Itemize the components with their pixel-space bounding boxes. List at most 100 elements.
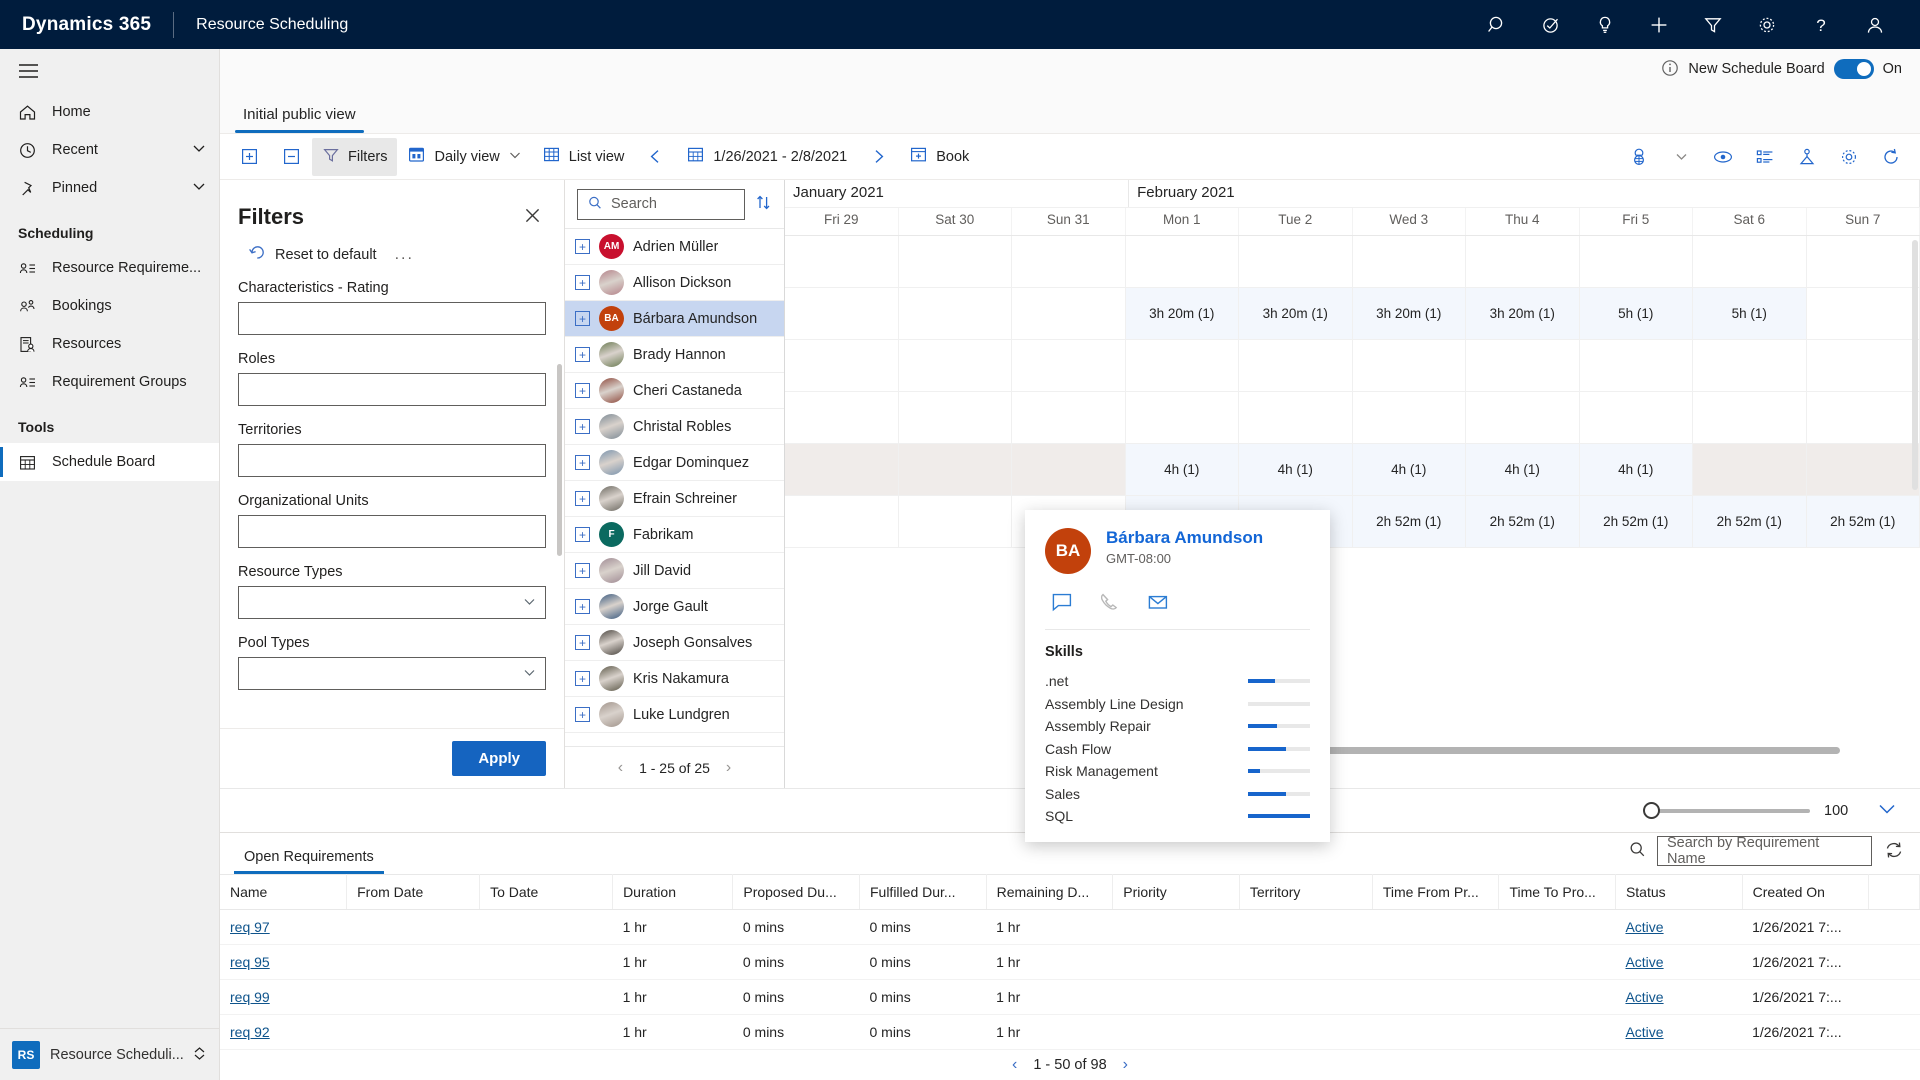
requirement-link[interactable]: req 99	[230, 989, 270, 1005]
status-badge[interactable]: Active	[1625, 954, 1663, 970]
filters-overflow-menu[interactable]: ...	[391, 246, 418, 264]
schedule-cell[interactable]: 4h (1)	[1352, 444, 1466, 495]
list-details-icon[interactable]	[1744, 138, 1786, 176]
expand-resource-icon[interactable]: +	[575, 491, 590, 506]
previous-period-button[interactable]	[634, 138, 676, 176]
schedule-cell[interactable]	[899, 496, 1012, 547]
territories-input[interactable]	[238, 444, 546, 477]
schedule-cell[interactable]	[899, 392, 1012, 443]
table-column-header[interactable]: Duration	[612, 874, 734, 911]
table-column-header[interactable]: Time To Pro...	[1498, 874, 1616, 911]
expand-resource-icon[interactable]: +	[575, 347, 590, 362]
schedule-cell[interactable]	[1807, 340, 1920, 391]
expand-resource-icon[interactable]: +	[575, 563, 590, 578]
filter-icon[interactable]	[1686, 1, 1740, 49]
view-mode-button[interactable]: Daily view	[397, 138, 531, 176]
table-column-header[interactable]	[1868, 874, 1920, 911]
schedule-cell[interactable]	[1012, 444, 1126, 495]
roles-input[interactable]	[238, 373, 546, 406]
site-map-icon[interactable]	[0, 49, 219, 93]
resource-pager-prev[interactable]: ‹	[618, 759, 623, 777]
schedule-cell[interactable]: 5h (1)	[1693, 288, 1807, 339]
new-schedule-board-switch[interactable]	[1833, 59, 1874, 79]
table-column-header[interactable]: To Date	[479, 874, 614, 911]
schedule-cell[interactable]	[1807, 288, 1920, 339]
resource-row[interactable]: + Allison Dickson	[565, 265, 784, 301]
characteristics-rating-input[interactable]	[238, 302, 546, 335]
expand-resource-icon[interactable]: +	[575, 419, 590, 434]
schedule-cell[interactable]	[1126, 236, 1239, 287]
schedule-cell[interactable]	[1693, 236, 1807, 287]
resource-row[interactable]: + Kris Nakamura	[565, 661, 784, 697]
schedule-cell[interactable]	[785, 340, 899, 391]
close-icon[interactable]	[519, 202, 546, 232]
schedule-cell[interactable]	[785, 236, 899, 287]
table-column-header[interactable]: Time From Pr...	[1372, 874, 1500, 911]
resource-row[interactable]: + Brady Hannon	[565, 337, 784, 373]
zoom-slider-thumb[interactable]	[1643, 801, 1660, 819]
schedule-cell[interactable]: 3h 20m (1)	[1125, 288, 1239, 339]
expand-resource-icon[interactable]: +	[575, 455, 590, 470]
sidebar-item-pinned[interactable]: Pinned	[0, 169, 219, 207]
schedule-cell[interactable]: 4h (1)	[1579, 444, 1693, 495]
requirement-search-input[interactable]: Search by Requirement Name	[1657, 835, 1872, 867]
schedule-cell[interactable]	[785, 496, 899, 547]
sidebar-item-home[interactable]: Home	[0, 93, 219, 131]
resource-types-select[interactable]	[238, 586, 546, 619]
schedule-cell[interactable]: 4h (1)	[1239, 444, 1353, 495]
resource-row[interactable]: + Jorge Gault	[565, 589, 784, 625]
schedule-cell[interactable]	[1012, 288, 1126, 339]
chevron-down-icon[interactable]	[1872, 796, 1902, 825]
reset-to-default-button[interactable]: Reset to default	[248, 244, 377, 266]
next-period-button[interactable]	[857, 138, 899, 176]
table-column-header[interactable]: From Date	[346, 874, 481, 911]
expand-resource-icon[interactable]: +	[575, 275, 590, 290]
sidebar-item-resources[interactable]: Resources	[0, 325, 219, 363]
schedule-cell[interactable]	[899, 236, 1012, 287]
chevron-down-icon[interactable]	[1660, 138, 1702, 176]
sidebar-item-schedule-board[interactable]: Schedule Board	[0, 443, 219, 481]
schedule-cell[interactable]	[1580, 236, 1693, 287]
resource-search-input[interactable]: Search	[577, 188, 745, 220]
schedule-cell[interactable]	[1580, 392, 1693, 443]
status-badge[interactable]: Active	[1625, 989, 1663, 1005]
schedule-cell[interactable]	[899, 340, 1012, 391]
table-row[interactable]: req 97 1 hr 0 mins 0 mins 1 hr Active 1/26/202…	[220, 909, 1920, 946]
hover-card-name[interactable]: Bárbara Amundson	[1106, 528, 1263, 548]
sidebar-item-requirement-groups[interactable]: Requirement Groups	[0, 363, 219, 401]
resource-row[interactable]: + F Fabrikam	[565, 517, 784, 553]
requirement-link[interactable]: req 92	[230, 1024, 270, 1040]
schedule-cell[interactable]: 2h 52m (1)	[1693, 496, 1807, 547]
expand-resource-icon[interactable]: +	[575, 599, 590, 614]
expand-resource-icon[interactable]: +	[575, 671, 590, 686]
schedule-cell[interactable]	[1012, 392, 1126, 443]
pool-types-select[interactable]	[238, 657, 546, 690]
schedule-cell[interactable]	[1126, 340, 1239, 391]
status-badge[interactable]: Active	[1625, 919, 1663, 935]
table-column-header[interactable]: Fulfilled Dur...	[859, 874, 987, 911]
tab-open-requirements[interactable]: Open Requirements	[232, 849, 386, 875]
filters-button[interactable]: Filters	[312, 137, 398, 176]
filters-scrollbar[interactable]	[557, 364, 562, 556]
status-badge[interactable]: Active	[1625, 1024, 1663, 1040]
expand-all-icon[interactable]	[228, 138, 270, 176]
requirements-pager-prev[interactable]: ‹	[1012, 1056, 1017, 1074]
eye-visibility-icon[interactable]	[1702, 138, 1744, 176]
schedule-cell[interactable]	[1693, 340, 1807, 391]
schedule-cell[interactable]	[1807, 392, 1920, 443]
diagnostics-check-icon[interactable]	[1524, 1, 1578, 49]
app-switcher[interactable]: RS Resource Scheduli...	[0, 1028, 219, 1080]
user-account-icon[interactable]	[1848, 1, 1902, 49]
requirement-link[interactable]: req 97	[230, 919, 270, 935]
schedule-cell[interactable]	[1239, 236, 1353, 287]
schedule-cell[interactable]: 4h (1)	[1125, 444, 1239, 495]
search-icon[interactable]	[1470, 1, 1524, 49]
schedule-cell[interactable]: 3h 20m (1)	[1352, 288, 1466, 339]
schedule-cell[interactable]	[1466, 392, 1580, 443]
resource-row[interactable]: + Cheri Castaneda	[565, 373, 784, 409]
schedule-cell[interactable]: 3h 20m (1)	[1466, 288, 1580, 339]
search-icon[interactable]	[1628, 840, 1647, 862]
schedule-cell[interactable]	[1012, 340, 1126, 391]
schedule-row[interactable]	[785, 392, 1920, 444]
quick-create-plus-icon[interactable]	[1632, 1, 1686, 49]
